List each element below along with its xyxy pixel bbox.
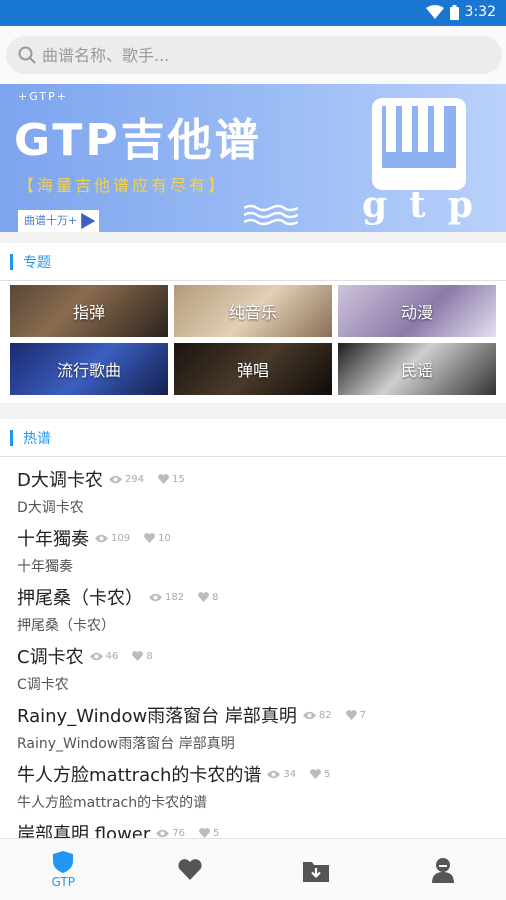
search-box[interactable] <box>6 36 502 74</box>
topic-label: 流行歌曲 <box>56 361 121 380</box>
like-count: 10 <box>158 532 171 544</box>
song-subtitle: D大调卡农 <box>17 500 84 516</box>
topic-label: 动漫 <box>400 303 433 322</box>
wifi-icon <box>425 5 444 19</box>
view-count: 82 <box>318 709 332 721</box>
like-count: 5 <box>324 768 331 780</box>
topic-tile[interactable]: 民谣 <box>338 343 496 395</box>
section-marker <box>10 253 13 270</box>
song-subtitle: 押尾桑（卡农） <box>17 618 115 634</box>
song-title: 押尾桑（卡农） <box>17 588 143 609</box>
song-title: 牛人方脸mattrach的卡农的谱 <box>17 765 262 786</box>
banner-logo-letters: gtp <box>362 184 495 226</box>
banner-title: GTP吉他谱 <box>14 115 262 166</box>
tab-gtp[interactable]: GTP <box>0 839 127 900</box>
search-input[interactable] <box>42 45 462 65</box>
song-item[interactable]: 岸部真明 flower 76 5 <box>17 811 506 839</box>
like-count: 8 <box>212 591 219 603</box>
topic-tile[interactable]: 指弹 <box>10 285 168 337</box>
song-title: D大调卡农 <box>17 470 103 491</box>
tab-favorites[interactable] <box>127 839 254 900</box>
heart-icon <box>158 474 169 484</box>
tab-downloads[interactable] <box>253 839 380 900</box>
song-title: 十年獨奏 <box>17 529 89 550</box>
view-count: 182 <box>165 591 185 603</box>
piano-logo-icon <box>372 98 466 190</box>
eye-icon <box>156 829 170 837</box>
like-count: 15 <box>171 473 185 485</box>
hot-title: 热谱 <box>23 430 51 447</box>
topic-tile[interactable]: 流行歌曲 <box>10 343 168 395</box>
song-item[interactable]: 牛人方脸mattrach的卡农的谱 34 5 牛人方脸mattrach的卡农的谱 <box>17 752 506 811</box>
banner-badge-label: 曲谱十万+ <box>24 214 78 227</box>
view-count: 46 <box>105 650 119 662</box>
topics-section: 专题 指弹 纯音乐 动漫 流行歌曲 弹唱 民谣 <box>0 243 506 403</box>
search-bar-area <box>0 26 506 84</box>
topic-label: 民谣 <box>400 361 433 380</box>
song-list: D大调卡农 294 15 D大调卡农 十年獨奏 109 10 十年獨奏 押尾桑（… <box>0 457 506 839</box>
banner-badge: 曲谱十万+ <box>18 210 100 232</box>
topic-label: 指弹 <box>72 303 105 322</box>
topics-grid: 指弹 纯音乐 动漫 流行歌曲 弹唱 民谣 <box>10 285 496 395</box>
eye-icon <box>95 534 108 542</box>
heart-icon <box>178 859 202 880</box>
song-item[interactable]: 押尾桑（卡农） 182 8 押尾桑（卡农） <box>17 575 506 634</box>
song-item[interactable]: 十年獨奏 109 10 十年獨奏 <box>17 516 506 575</box>
topic-tile[interactable]: 动漫 <box>338 285 496 337</box>
download-box-icon <box>303 861 330 882</box>
view-count: 109 <box>111 532 131 544</box>
eye-icon <box>149 593 162 601</box>
song-item[interactable]: D大调卡农 294 15 D大调卡农 <box>17 457 506 516</box>
promo-banner[interactable]: +GTP+ GTP吉他谱 【海量吉他谱应有尽有】 曲谱十万+ gtp <box>0 84 506 232</box>
song-subtitle: Rainy_Window雨落窗台 岸部真明 <box>17 736 235 752</box>
song-subtitle: C调卡农 <box>17 677 69 693</box>
battery-icon <box>449 4 459 20</box>
heart-icon <box>345 710 357 720</box>
topic-label: 弹唱 <box>236 361 269 380</box>
status-time: 3:32 <box>464 4 496 20</box>
heart-icon <box>310 769 322 779</box>
banner-small-text: +GTP+ <box>18 90 68 103</box>
view-count: 34 <box>283 768 297 780</box>
waves-icon <box>244 204 298 226</box>
song-subtitle: 十年獨奏 <box>17 559 73 575</box>
view-count: 294 <box>124 473 144 485</box>
eye-icon <box>302 711 316 719</box>
hot-section: 热谱 D大调卡农 294 15 D大调卡农 十年獨奏 109 10 十年獨奏 押… <box>0 419 506 839</box>
topic-label: 纯音乐 <box>228 303 277 322</box>
topic-tile[interactable]: 弹唱 <box>174 343 332 395</box>
song-item[interactable]: C调卡农 46 8 C调卡农 <box>17 634 506 693</box>
topic-tile[interactable]: 纯音乐 <box>174 285 332 337</box>
heart-icon <box>144 533 156 543</box>
search-icon <box>18 46 36 64</box>
like-count: 8 <box>146 650 153 662</box>
song-title: C调卡农 <box>17 647 84 668</box>
shield-icon <box>53 850 74 873</box>
song-title: Rainy_Window雨落窗台 岸部真明 <box>17 706 297 727</box>
topics-title: 专题 <box>23 254 51 271</box>
song-title: 岸部真明 flower <box>17 824 151 839</box>
view-count: 76 <box>172 827 186 839</box>
like-count: 5 <box>213 827 220 839</box>
eye-icon <box>267 770 281 778</box>
song-item[interactable]: Rainy_Window雨落窗台 岸部真明 82 7 Rainy_Window雨… <box>17 693 506 752</box>
status-bar: 3:32 <box>0 0 506 26</box>
like-count: 7 <box>359 709 367 721</box>
bottom-tab-bar: GTP <box>0 838 506 900</box>
song-subtitle: 牛人方脸mattrach的卡农的谱 <box>17 795 208 811</box>
arrow-right-icon <box>81 213 96 229</box>
eye-icon <box>89 652 103 660</box>
eye-icon <box>108 475 122 483</box>
heart-icon <box>199 828 210 838</box>
heart-icon <box>198 592 210 602</box>
topics-header: 专题 <box>0 243 506 281</box>
person-icon <box>431 857 454 883</box>
heart-icon <box>132 651 144 661</box>
section-marker <box>10 429 13 446</box>
tab-profile[interactable] <box>380 839 506 900</box>
banner-subtitle: 【海量吉他谱应有尽有】 <box>18 176 228 195</box>
tab-label: GTP <box>51 874 75 889</box>
hot-header: 热谱 <box>0 419 506 457</box>
